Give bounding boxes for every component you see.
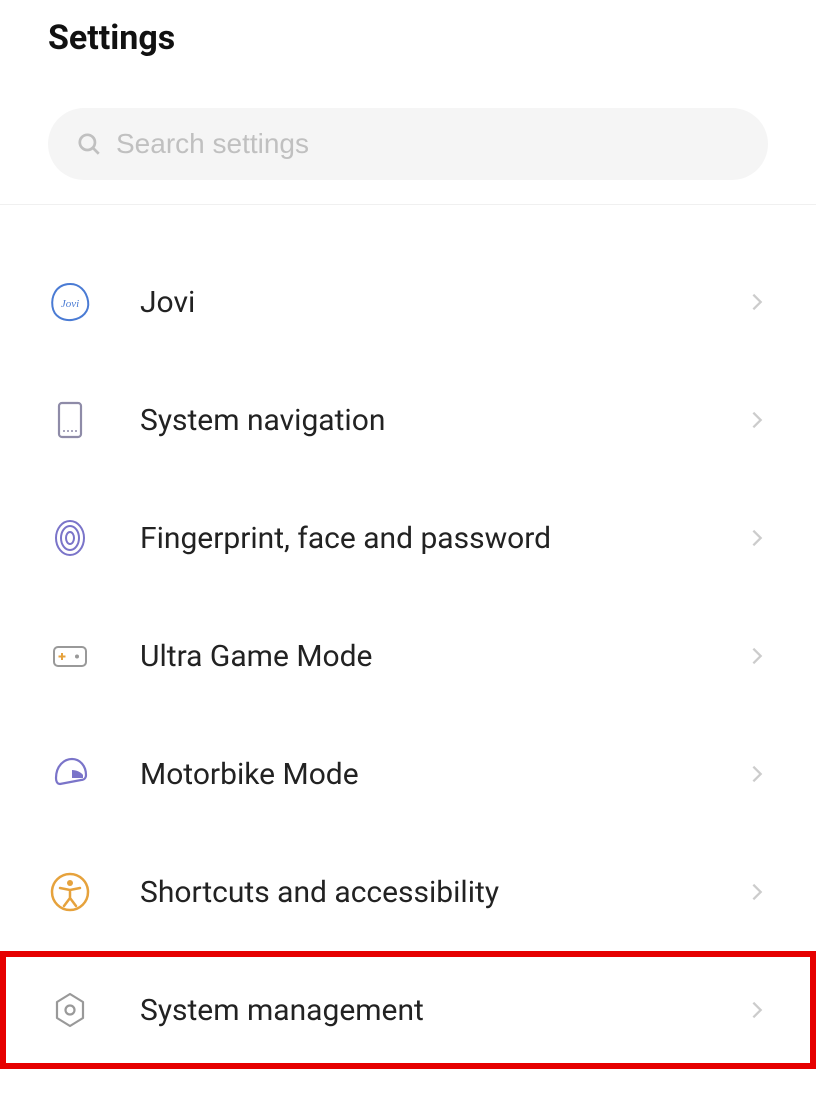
settings-list: Jovi Jovi System navigation bbox=[0, 205, 816, 1069]
chevron-right-icon bbox=[746, 881, 768, 903]
helmet-icon bbox=[48, 752, 92, 796]
jovi-icon: Jovi bbox=[48, 280, 92, 324]
list-item-system-navigation[interactable]: System navigation bbox=[0, 361, 816, 479]
chevron-right-icon bbox=[746, 527, 768, 549]
list-item-system-management[interactable]: System management bbox=[0, 951, 816, 1069]
item-label: System navigation bbox=[140, 403, 746, 438]
list-item-ultra-game-mode[interactable]: Ultra Game Mode bbox=[0, 597, 816, 715]
list-item-motorbike-mode[interactable]: Motorbike Mode bbox=[0, 715, 816, 833]
phone-nav-icon bbox=[48, 398, 92, 442]
page-title: Settings bbox=[48, 18, 768, 58]
fingerprint-icon bbox=[48, 516, 92, 560]
item-label: System management bbox=[140, 993, 746, 1028]
chevron-right-icon bbox=[746, 291, 768, 313]
search-icon bbox=[76, 131, 102, 157]
item-label: Motorbike Mode bbox=[140, 757, 746, 792]
chevron-right-icon bbox=[746, 763, 768, 785]
chevron-right-icon bbox=[746, 409, 768, 431]
search-input[interactable] bbox=[116, 128, 740, 160]
chevron-right-icon bbox=[746, 999, 768, 1021]
item-label: Ultra Game Mode bbox=[140, 639, 746, 674]
item-label: Jovi bbox=[140, 285, 746, 320]
gear-hex-icon bbox=[48, 988, 92, 1032]
list-item-fingerprint[interactable]: Fingerprint, face and password bbox=[0, 479, 816, 597]
header: Settings bbox=[0, 0, 816, 68]
chevron-right-icon bbox=[746, 645, 768, 667]
item-label: Fingerprint, face and password bbox=[140, 521, 746, 556]
list-item-jovi[interactable]: Jovi Jovi bbox=[0, 243, 816, 361]
svg-text:Jovi: Jovi bbox=[61, 298, 79, 310]
item-label: Shortcuts and accessibility bbox=[140, 875, 746, 910]
list-item-shortcuts-accessibility[interactable]: Shortcuts and accessibility bbox=[0, 833, 816, 951]
gamepad-icon bbox=[48, 634, 92, 678]
search-container bbox=[0, 68, 816, 205]
accessibility-icon bbox=[48, 870, 92, 914]
search-bar[interactable] bbox=[48, 108, 768, 180]
